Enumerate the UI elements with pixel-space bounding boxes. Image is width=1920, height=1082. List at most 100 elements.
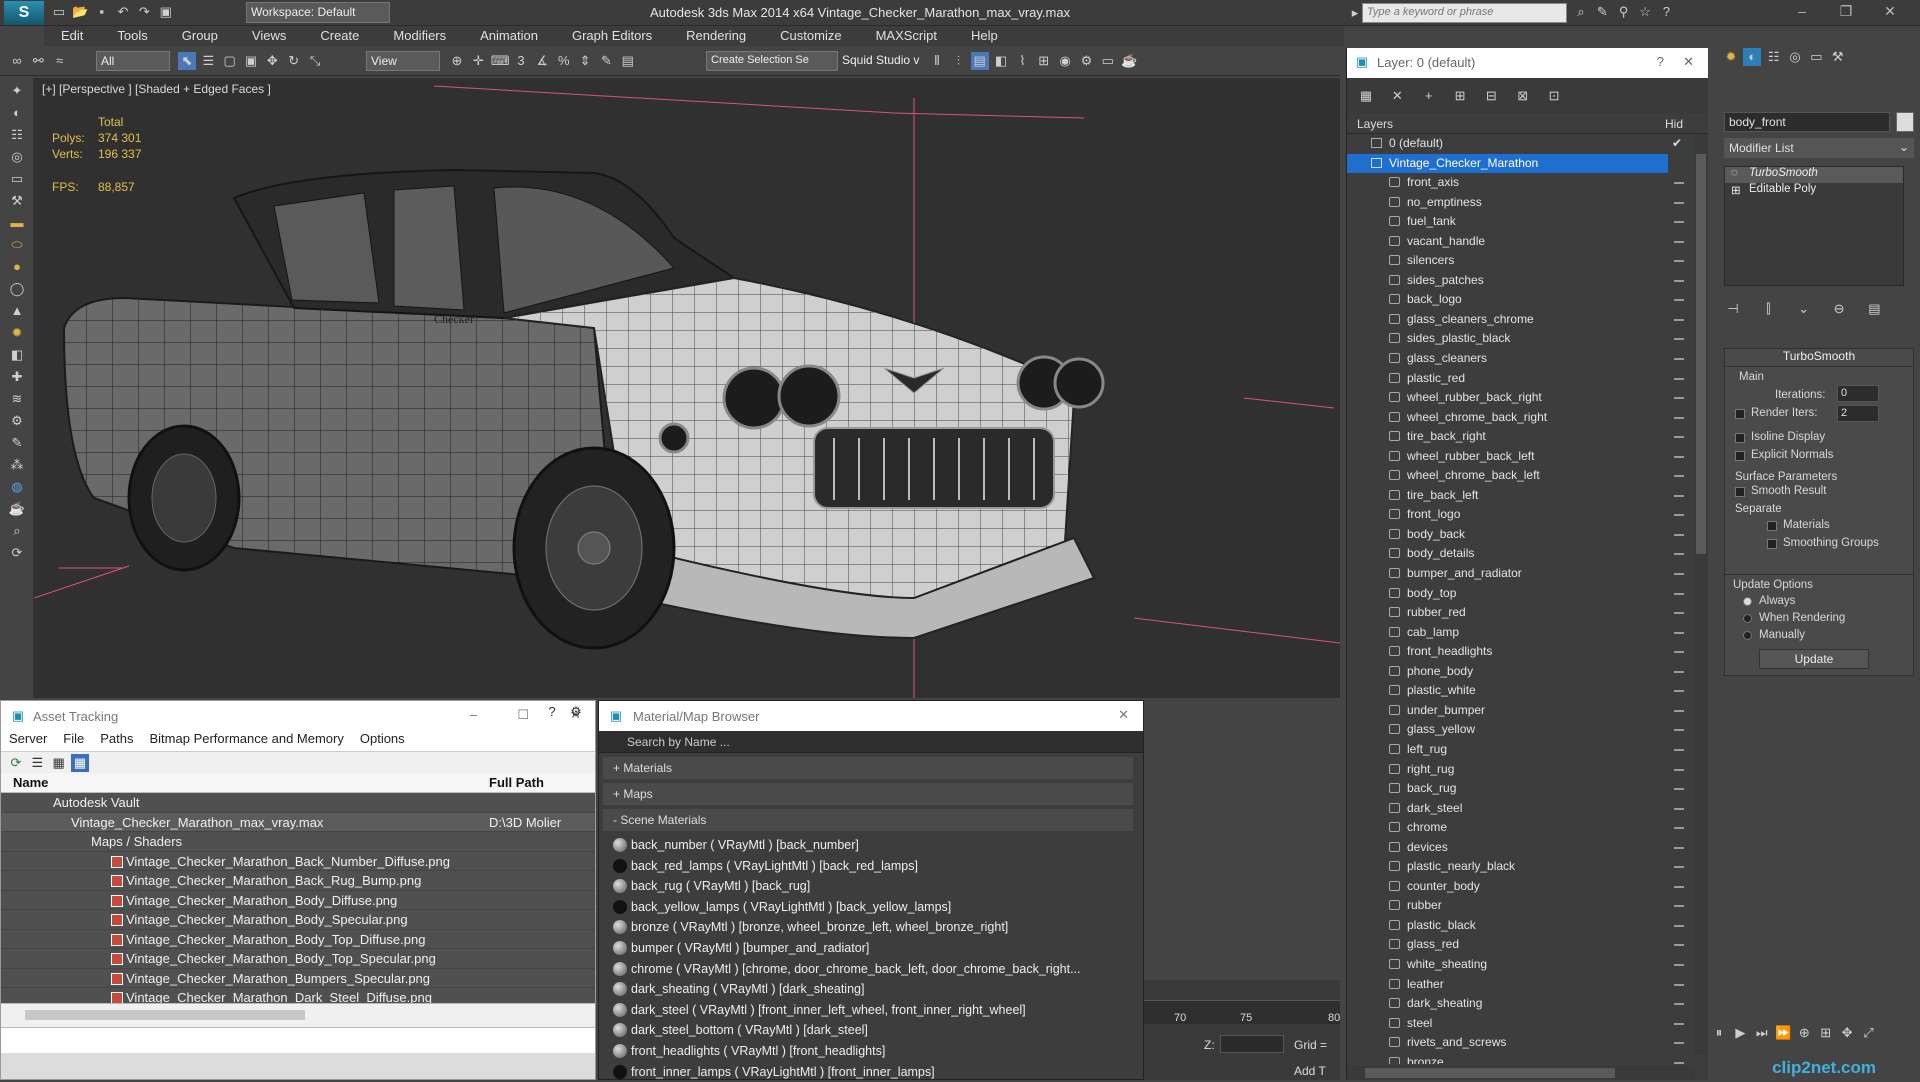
layer-vscroll-thumb[interactable]	[1696, 154, 1706, 554]
particle-icon[interactable]: ⁂	[8, 456, 26, 474]
hide-toggle[interactable]	[1674, 963, 1684, 966]
curve-editor-icon[interactable]: ⌇	[1013, 52, 1031, 70]
category-materials[interactable]: + Materials	[603, 757, 1133, 779]
isoline-checkbox[interactable]	[1735, 433, 1745, 443]
hide-toggle[interactable]	[1674, 866, 1684, 869]
make-unique-icon[interactable]: ⌄	[1795, 300, 1813, 318]
edit-named-sets-icon[interactable]: ✎	[597, 52, 615, 70]
layer-object-row[interactable]: plastic_black	[1347, 916, 1708, 936]
layer-object-row[interactable]: back_rug	[1347, 779, 1708, 799]
layer-object-row[interactable]: tire_back_right	[1347, 427, 1708, 447]
asset-menu-server[interactable]: Server	[9, 731, 47, 746]
layer-object-row[interactable]: bumper_and_radiator	[1347, 564, 1708, 584]
asset-file-row[interactable]: Vintage_Checker_Marathon_Back_Number_Dif…	[1, 852, 595, 871]
spinner-snap-icon[interactable]: ⇕	[576, 52, 594, 70]
help-icon[interactable]: ?	[1657, 54, 1664, 69]
save-icon[interactable]: ▪	[93, 3, 111, 21]
hide-toggle[interactable]	[1674, 1061, 1684, 1064]
minimize-icon[interactable]: –	[470, 707, 477, 722]
hide-toggle[interactable]	[1674, 612, 1684, 615]
link-icon[interactable]: ∞	[8, 52, 26, 70]
material-row[interactable]: dark_steel ( VRayMtl ) [front_inner_left…	[599, 1000, 1111, 1021]
select-object-icon[interactable]: ⬉	[178, 52, 196, 70]
hide-toggle[interactable]	[1674, 299, 1684, 302]
field-of-view-icon[interactable]: ⊞	[1817, 1024, 1835, 1042]
layer-object-row[interactable]: front_headlights	[1347, 642, 1708, 662]
menu-item-group[interactable]: Group	[165, 26, 235, 43]
column-hide[interactable]: Hid	[1665, 114, 1683, 134]
layer-hscrollbar[interactable]	[1347, 1066, 1695, 1080]
iterations-spinner[interactable]: 0	[1837, 385, 1879, 402]
layer-object-row[interactable]: sides_plastic_black	[1347, 329, 1708, 349]
show-end-result-icon[interactable]: ⫿	[1759, 300, 1777, 318]
hide-toggle[interactable]	[1674, 827, 1684, 830]
grid-view-icon[interactable]: ▦	[71, 754, 90, 772]
list-view-icon[interactable]: ☰	[28, 754, 46, 772]
rect-selection-icon[interactable]: ▢	[221, 52, 239, 70]
sign-in-icon[interactable]: ⚲	[1615, 3, 1633, 21]
light-icon[interactable]: ✹	[8, 324, 26, 342]
close-icon[interactable]: ✕	[1683, 54, 1694, 70]
layer-manager-icon[interactable]: ▤	[970, 52, 989, 70]
open-file-icon[interactable]: 📂	[71, 3, 89, 21]
hide-toggle[interactable]	[1674, 631, 1684, 634]
motion-tab-icon[interactable]: ◎	[1786, 48, 1804, 66]
minimize-icon[interactable]: –	[1780, 3, 1824, 19]
lightbulb-icon[interactable]: ◌	[1731, 167, 1738, 179]
keyword-search-input[interactable]: Type a keyword or phrase	[1362, 3, 1567, 23]
menu-item-tools[interactable]: Tools	[100, 26, 164, 43]
maximize-icon[interactable]: ☐	[517, 707, 529, 723]
layer-object-row[interactable]: body_top	[1347, 584, 1708, 604]
hide-toggle[interactable]	[1674, 690, 1684, 693]
keyboard-shortcut-icon[interactable]: ⌨	[491, 52, 510, 70]
menu-item-modifiers[interactable]: Modifiers	[376, 26, 463, 43]
pan-icon[interactable]: ✥	[1838, 1024, 1856, 1042]
hide-toggle[interactable]	[1674, 1042, 1684, 1045]
hide-toggle[interactable]	[1674, 260, 1684, 263]
rendered-frame-icon[interactable]: ▭	[1099, 52, 1117, 70]
hide-toggle[interactable]	[1674, 651, 1684, 654]
layer-object-row[interactable]: body_details	[1347, 544, 1708, 564]
manually-radio[interactable]	[1743, 631, 1752, 640]
new-file-icon[interactable]: ▭	[50, 3, 68, 21]
modify-icon[interactable]: ◐	[8, 104, 26, 122]
material-editor-icon[interactable]: ◉	[1056, 52, 1074, 70]
layer-object-row[interactable]: back_logo	[1347, 290, 1708, 310]
layer-object-row[interactable]: glass_red	[1347, 935, 1708, 955]
explicit-normals-checkbox[interactable]	[1735, 451, 1745, 461]
layer-object-row[interactable]: no_emptiness	[1347, 193, 1708, 213]
new-layer-icon[interactable]: +	[1420, 87, 1438, 105]
hide-toggle[interactable]	[1674, 1022, 1684, 1025]
layer-object-row[interactable]: plastic_white	[1347, 681, 1708, 701]
hide-toggle[interactable]	[1674, 514, 1684, 517]
create-tab-icon[interactable]: ✹	[1722, 48, 1740, 66]
update-button[interactable]: Update	[1759, 649, 1869, 669]
hide-all-icon[interactable]: ⊡	[1545, 87, 1563, 105]
helper-icon[interactable]: ✚	[8, 368, 26, 386]
highlight-layer-icon[interactable]: ⊠	[1514, 87, 1532, 105]
menu-item-graph-editors[interactable]: Graph Editors	[555, 26, 669, 43]
select-by-name-icon[interactable]: ☰	[199, 52, 217, 70]
create-icon[interactable]: ✦	[8, 82, 26, 100]
help-icon[interactable]: ?	[543, 703, 561, 721]
table-view-icon[interactable]: ▦	[50, 754, 68, 772]
layer-object-row[interactable]: bronze	[1347, 1053, 1708, 1064]
asset-file-row[interactable]: Vintage_Checker_Marathon_Back_Rug_Bump.p…	[1, 871, 595, 891]
maximize-viewport-icon[interactable]: ⤢	[1859, 1024, 1877, 1042]
layer-object-row[interactable]: silencers	[1347, 251, 1708, 271]
workspace-dropdown[interactable]: Workspace: Default	[246, 2, 390, 23]
layer-object-row[interactable]: cab_lamp	[1347, 623, 1708, 643]
configure-sets-icon[interactable]: ▤	[1865, 300, 1883, 318]
hide-toggle[interactable]	[1674, 1003, 1684, 1006]
layer-object-row[interactable]: glass_cleaners_chrome	[1347, 310, 1708, 330]
column-layers[interactable]: Layers	[1357, 117, 1393, 131]
end-icon[interactable]: ⏩	[1774, 1024, 1792, 1042]
restore-icon[interactable]: ❐	[1824, 3, 1868, 20]
angle-snap-icon[interactable]: ∡	[533, 52, 551, 70]
move-icon[interactable]: ✥	[263, 52, 281, 70]
column-full-path[interactable]: Full Path	[489, 775, 544, 790]
materials-checkbox[interactable]	[1767, 521, 1777, 531]
hide-toggle[interactable]	[1674, 279, 1684, 282]
refresh-icon[interactable]: ⟳	[7, 754, 25, 772]
layer-object-row[interactable]: chrome	[1347, 818, 1708, 838]
